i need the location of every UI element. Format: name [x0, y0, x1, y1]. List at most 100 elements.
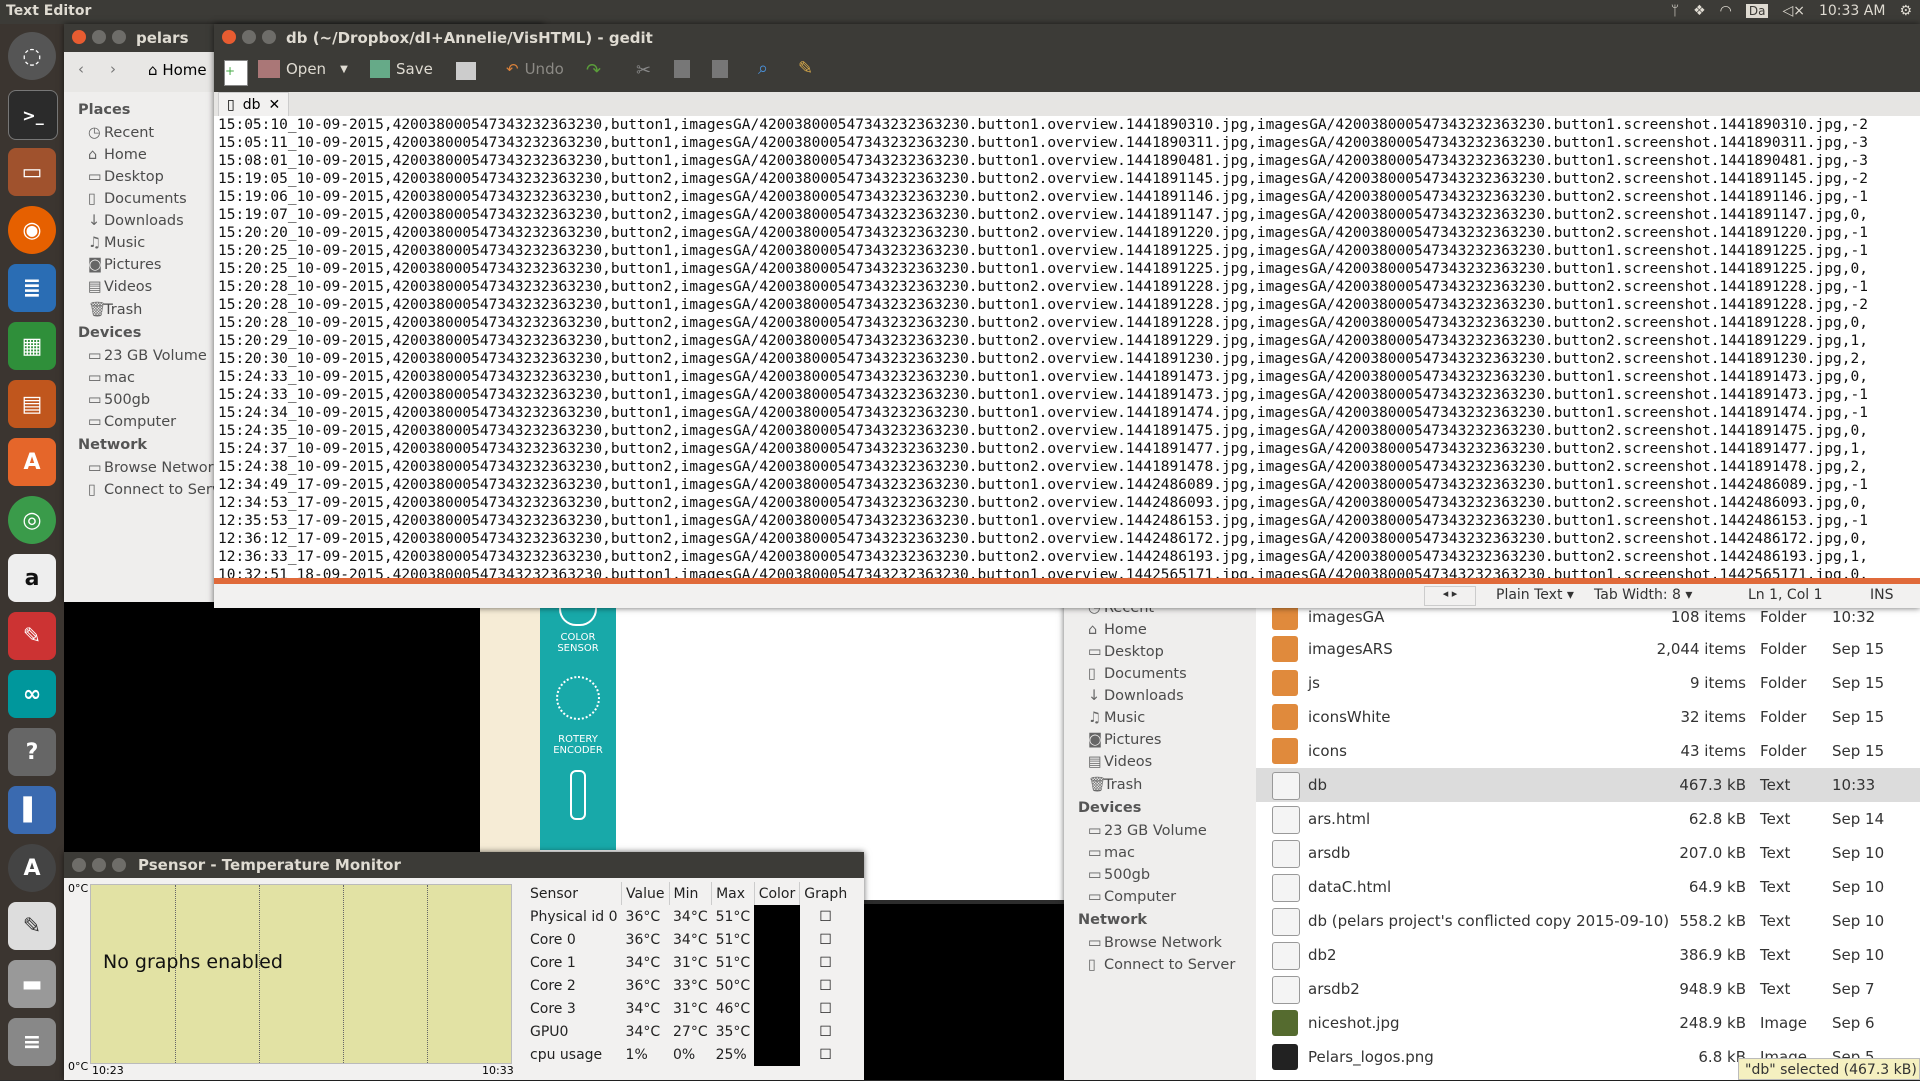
color-swatch[interactable]: [754, 997, 800, 1020]
impress-icon[interactable]: ▤: [8, 380, 56, 428]
text-editor-icon[interactable]: ✎: [8, 902, 56, 950]
file-row[interactable]: ars.html 62.8 kB Text Sep 14: [1256, 802, 1920, 836]
print-icon[interactable]: [456, 62, 476, 80]
arduino-icon[interactable]: ∞: [8, 670, 56, 718]
drive-icon[interactable]: ▬: [8, 960, 56, 1008]
minimize-button[interactable]: [92, 858, 106, 872]
files-icon[interactable]: ▭: [8, 148, 56, 196]
graph-checkbox[interactable]: ☐: [800, 905, 851, 928]
undo-button[interactable]: ↶ Undo: [506, 60, 564, 78]
col-color[interactable]: Color: [754, 882, 801, 905]
back-button[interactable]: ‹: [78, 60, 84, 78]
sidebar-item-home[interactable]: ⌂ Home: [64, 144, 214, 166]
color-swatch[interactable]: [754, 974, 800, 997]
sidebar-item-home[interactable]: ⌂ Home: [1064, 619, 1256, 641]
graph-checkbox[interactable]: ☐: [800, 974, 851, 997]
sidebar-device-computer[interactable]: ▭ Computer: [64, 411, 214, 433]
file-row-selected[interactable]: db 467.3 kB Text 10:33: [1256, 768, 1920, 802]
color-swatch[interactable]: [754, 905, 800, 928]
graph-checkbox[interactable]: ☐: [800, 1043, 851, 1066]
table-row[interactable]: GPU0 34°C 27°C 35°C ☐: [526, 1020, 851, 1043]
sidebar-device-computer[interactable]: ▭ Computer: [1064, 886, 1256, 908]
close-button[interactable]: [222, 30, 236, 44]
sidebar-device-mac[interactable]: ▭ mac: [64, 367, 214, 389]
clock[interactable]: 10:33 AM: [1819, 3, 1885, 19]
sidebar-item-videos[interactable]: ▤ Videos: [1064, 751, 1256, 773]
open-button[interactable]: Open ▼: [258, 60, 348, 78]
sidebar-device-500gb[interactable]: ▭ 500gb: [1064, 864, 1256, 886]
sidebar-item-trash[interactable]: 🗑Trash: [64, 298, 214, 321]
chevron-down-icon[interactable]: ▼: [340, 64, 348, 75]
file-row[interactable]: js 9 items Folder Sep 15: [1256, 666, 1920, 700]
maximize-button[interactable]: [112, 858, 126, 872]
save-button[interactable]: Save: [370, 60, 433, 78]
replace-icon[interactable]: ✎: [798, 58, 813, 79]
table-row[interactable]: Core 0 36°C 34°C 51°C ☐: [526, 928, 851, 951]
maximize-button[interactable]: [112, 30, 126, 44]
sidebar-item-videos[interactable]: ▤ Videos: [64, 276, 214, 298]
scroll-arrows[interactable]: ◂ ▸: [1424, 586, 1476, 606]
sidebar-item-trash[interactable]: 🗑Trash: [1064, 773, 1256, 796]
keyboard-layout-indicator[interactable]: Da: [1745, 4, 1769, 18]
wifi-icon[interactable]: ◠: [1720, 3, 1732, 19]
sidebar-connect-server[interactable]: ▯Connect to Server: [64, 479, 214, 501]
table-row[interactable]: Core 3 34°C 31°C 46°C ☐: [526, 997, 851, 1020]
file-row[interactable]: imagesARS 2,044 items Folder Sep 15: [1256, 632, 1920, 666]
paste-icon[interactable]: [712, 60, 728, 78]
file-row[interactable]: dataC.html 64.9 kB Text Sep 10: [1256, 870, 1920, 904]
file-row[interactable]: niceshot.jpg 248.9 kB Image Sep 6: [1256, 1006, 1920, 1040]
text-area[interactable]: 15:05:10_10-09-2015,42003800054734323236…: [214, 116, 1920, 578]
col-sensor[interactable]: Sensor: [526, 882, 623, 905]
sidebar-item-recent[interactable]: ◷ Recent: [64, 122, 214, 144]
table-row[interactable]: Core 1 34°C 31°C 51°C ☐: [526, 951, 851, 974]
tab-db[interactable]: ▯ db ✕: [218, 92, 290, 117]
minimize-button[interactable]: [242, 30, 256, 44]
psensor-titlebar[interactable]: Psensor - Temperature Monitor: [64, 852, 864, 878]
home-crumb[interactable]: ⌂ Home: [148, 61, 207, 79]
graph-checkbox[interactable]: ☐: [800, 928, 851, 951]
sidebar-item-downloads[interactable]: ↓ Downloads: [1064, 685, 1256, 707]
file-row[interactable]: db2 386.9 kB Text Sep 10: [1256, 938, 1920, 972]
updater-icon[interactable]: A: [8, 844, 56, 892]
file-row[interactable]: db (pelars project's conflicted copy 201…: [1256, 904, 1920, 938]
col-max[interactable]: Max: [711, 882, 755, 905]
redo-icon[interactable]: ↷: [586, 60, 601, 81]
trash-icon[interactable]: ≡: [8, 1018, 56, 1066]
table-row[interactable]: Core 2 36°C 33°C 50°C ☐: [526, 974, 851, 997]
writer-icon[interactable]: ≣: [8, 264, 56, 312]
color-swatch[interactable]: [754, 1043, 800, 1066]
sidebar-connect-server[interactable]: ▯Connect to Server: [1064, 954, 1256, 976]
color-swatch[interactable]: [754, 928, 800, 951]
forward-button[interactable]: ›: [110, 60, 116, 78]
software-center-icon[interactable]: A: [8, 438, 56, 486]
file-row[interactable]: icons 43 items Folder Sep 15: [1256, 734, 1920, 768]
col-graph[interactable]: Graph: [800, 882, 851, 905]
sidebar-item-music[interactable]: ♫ Music: [1064, 707, 1256, 729]
copy-icon[interactable]: [674, 60, 690, 78]
col-value[interactable]: Value: [621, 882, 670, 905]
calc-icon[interactable]: ▦: [8, 322, 56, 370]
thermometer-icon[interactable]: ▌: [8, 786, 56, 834]
tab-width-dropdown[interactable]: Tab Width: 8 ▾: [1594, 587, 1692, 603]
firefox-icon[interactable]: ◉: [8, 206, 56, 254]
gear-icon[interactable]: ⚙: [1899, 3, 1912, 19]
sidebar-item-pictures[interactable]: ◙ Pictures: [1064, 729, 1256, 751]
new-file-button[interactable]: +: [224, 60, 248, 86]
graph-checkbox[interactable]: ☐: [800, 1020, 851, 1043]
close-button[interactable]: [72, 30, 86, 44]
sidebar-device-500gb[interactable]: ▭ 500gb: [64, 389, 214, 411]
color-swatch[interactable]: [754, 1020, 800, 1043]
sidebar-item-desktop[interactable]: ▭ Desktop: [1064, 641, 1256, 663]
sidebar-item-downloads[interactable]: ↓ Downloads: [64, 210, 214, 232]
settings-icon[interactable]: ✎: [8, 612, 56, 660]
maximize-button[interactable]: [262, 30, 276, 44]
file-row[interactable]: iconsWhite 32 items Folder Sep 15: [1256, 700, 1920, 734]
sidebar-item-desktop[interactable]: ▭ Desktop: [64, 166, 214, 188]
minimize-button[interactable]: [92, 30, 106, 44]
dropbox-icon[interactable]: ❖: [1693, 3, 1706, 19]
close-button[interactable]: [72, 858, 86, 872]
sidebar-browse-network[interactable]: ▭ Browse Network: [1064, 932, 1256, 954]
sidebar-device-mac[interactable]: ▭ mac: [1064, 842, 1256, 864]
graph-checkbox[interactable]: ☐: [800, 951, 851, 974]
usb-icon[interactable]: ᛘ: [1671, 3, 1679, 19]
